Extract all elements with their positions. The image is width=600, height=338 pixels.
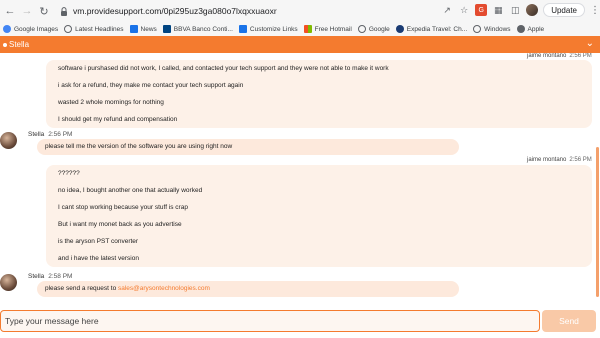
message-sender: jaime montano 2:56 PM [527,157,592,163]
message-line: and i have the latest version [58,255,139,262]
user-message-bubble: ?????? no idea, I bought another one tha… [46,165,592,267]
agent-message-bubble: please tell me the version of the softwa… [37,139,459,155]
news-icon [129,25,138,33]
browser-toolbar: ← → ↻ vm.providesupport.com/0pi295uz3ga0… [0,0,600,22]
menu-icon[interactable]: ⋮ [590,5,600,16]
customize-links-icon [238,25,247,33]
bbva-icon [162,25,171,33]
forward-icon[interactable]: → [20,4,34,18]
bookmark-item[interactable]: Apple [516,25,544,33]
extension-icon[interactable]: G [475,4,488,16]
bookmark-item[interactable]: Google [357,25,390,33]
agent-avatar [0,274,17,291]
bookmark-item[interactable]: News [129,25,157,33]
chat-transcript[interactable]: jaime montano 2:56 PM software i purshase… [0,53,600,304]
profile-avatar[interactable] [526,4,539,16]
message-line: ?????? [58,170,80,177]
share-icon[interactable]: ↗ [441,4,453,16]
back-icon[interactable]: ← [3,4,17,18]
bookmark-item[interactable]: Google Images [3,25,58,33]
bookmarks-bar: Google Images Latest Headlines News BBVA… [0,22,600,36]
email-link[interactable]: sales@arysontechnologies.com [118,285,210,292]
globe-icon [473,25,482,33]
message-line: I should get my refund and compensation [58,116,178,123]
windows-logo-icon [303,25,312,33]
bookmark-star-icon[interactable]: ☆ [458,4,470,16]
reload-icon[interactable]: ↻ [37,4,51,18]
bookmark-item[interactable]: Expedia Travel: Ch... [395,25,467,33]
message-sender: jaime montano 2:56 PM [527,53,592,59]
bookmark-item[interactable]: Free Hotmail [303,25,352,33]
puzzle-icon[interactable]: ▦ [492,4,504,16]
send-button[interactable]: Send [542,310,596,332]
globe-icon [357,25,366,33]
chat-scrollbar[interactable] [595,55,599,300]
agent-message-bubble: please send a request to sales@arysontec… [37,281,459,297]
agent-avatar [0,132,17,149]
bookmark-item[interactable]: Latest Headlines [64,25,124,33]
message-sender: Stella 2:58 PM [28,273,73,280]
bookmark-item[interactable]: Customize Links [238,25,298,33]
message-input[interactable] [0,310,540,332]
status-dot-icon [3,42,7,47]
message-line: But i want my monet back as you advertis… [58,221,182,228]
message-sender: Stella 2:56 PM [28,131,73,138]
user-message-bubble: software i purshased did not work, I cal… [46,60,592,128]
message-composer: Send [0,304,600,338]
apple-icon [516,25,525,33]
message-line: wasted 2 whole mornings for nothing [58,99,164,106]
message-line: is the aryson PST converter [58,238,139,245]
chat-title: Stella [3,40,29,49]
lock-icon[interactable] [59,6,69,16]
globe-icon [64,25,73,33]
google-images-icon [3,25,11,33]
message-line: I cant stop working because your stuff i… [58,204,188,211]
expedia-icon [395,25,404,33]
update-button[interactable]: Update [543,3,585,17]
bookmark-item[interactable]: BBVA Banco Conti... [162,25,233,33]
message-line: software i purshased did not work, I cal… [58,65,389,72]
bookmark-item[interactable]: Windows [473,25,511,33]
message-line: no idea, I bought another one that actua… [58,187,203,194]
message-line: i ask for a refund, they make me contact… [58,82,244,89]
address-bar[interactable]: vm.providesupport.com/0pi295uz3ga080o7lx… [73,6,277,16]
scrollbar-thumb[interactable] [596,147,599,297]
sidebar-icon[interactable]: ◫ [509,4,521,16]
chat-header: Stella ⌄ [0,36,600,53]
collapse-chevron-icon[interactable]: ⌄ [586,38,594,49]
